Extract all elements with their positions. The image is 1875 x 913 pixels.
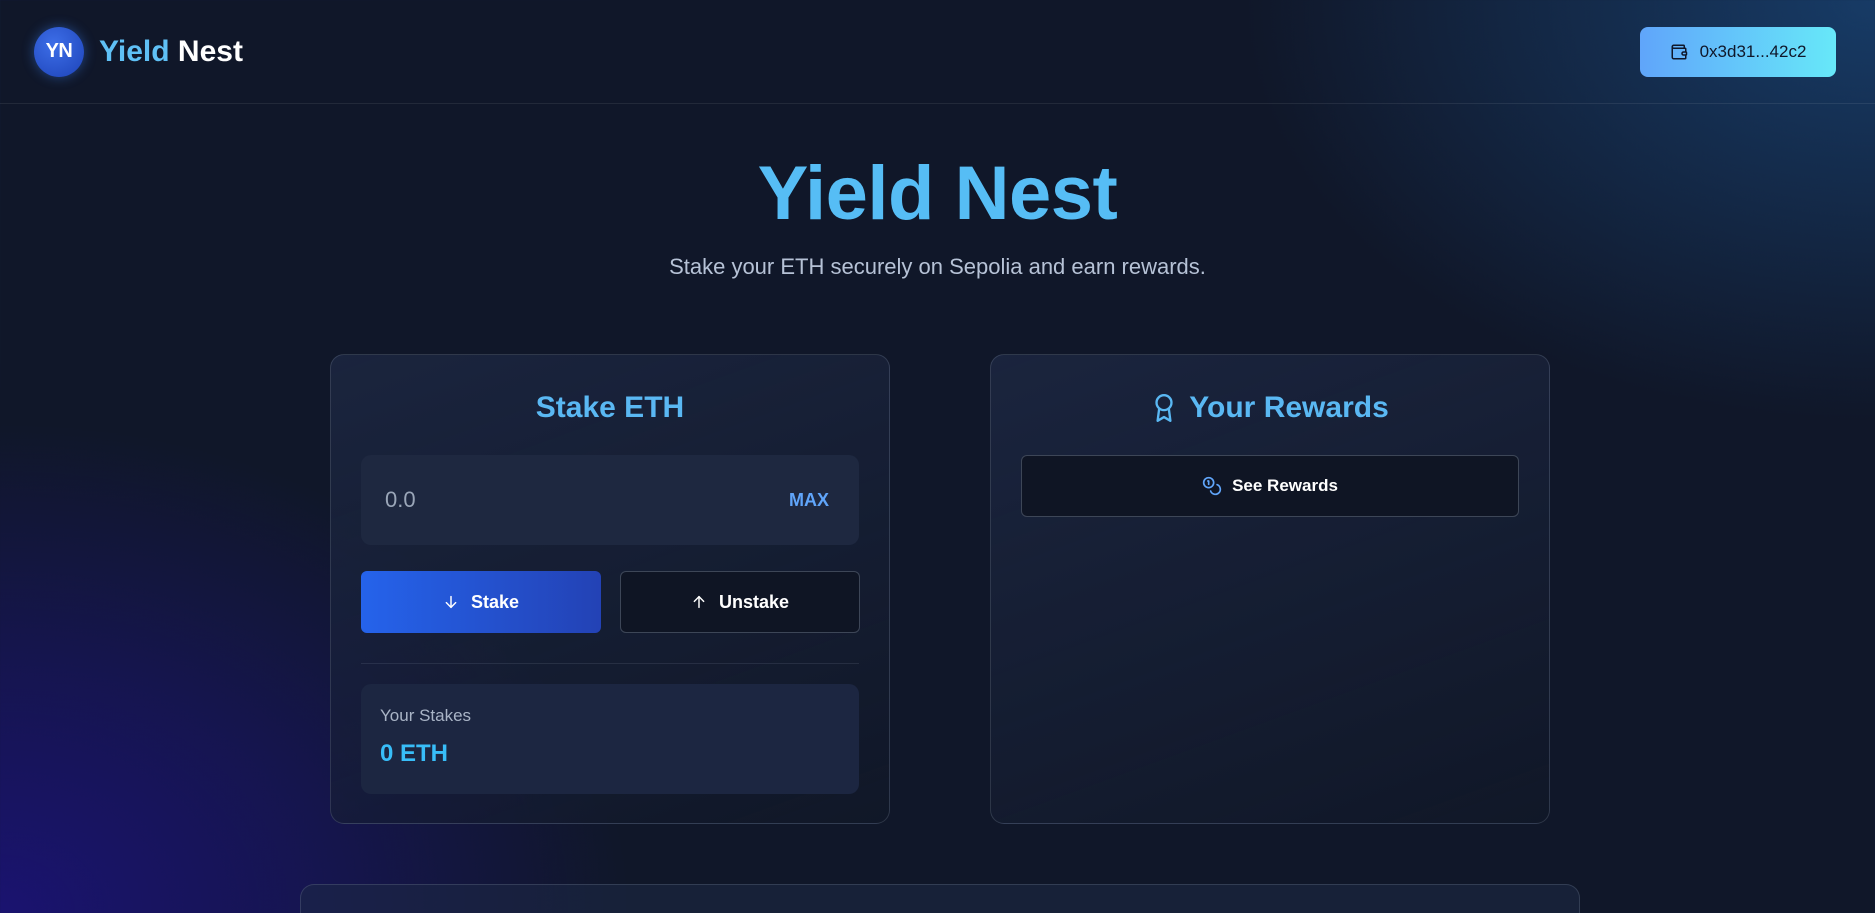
unstake-button[interactable]: Unstake xyxy=(620,571,860,633)
arrow-up-icon xyxy=(693,595,705,609)
stake-amount-box: MAX xyxy=(361,455,859,545)
brand-name-second: Nest xyxy=(177,34,243,68)
wallet-address: 0x3d31...42c2 xyxy=(1699,41,1807,61)
stake-amount-input[interactable] xyxy=(385,487,685,513)
stake-card-title-text: Stake ETH xyxy=(535,391,685,424)
rewards-card: Your Rewards See Rewards xyxy=(990,354,1550,824)
coins-icon xyxy=(1202,476,1222,496)
bottom-panel xyxy=(300,884,1580,913)
wallet-address-button[interactable]: 0x3d31...42c2 xyxy=(1640,26,1836,77)
max-button[interactable]: MAX xyxy=(789,490,829,511)
arrow-down-icon xyxy=(445,595,457,609)
brand-name-first: Yield xyxy=(99,34,170,68)
award-icon xyxy=(1155,394,1173,422)
your-stakes-label: Your Stakes xyxy=(380,706,472,725)
rewards-card-title-text: Your Rewards xyxy=(1189,391,1389,424)
top-header: YN Yield Nest 0x3d31...42c2 xyxy=(0,0,1875,104)
your-stakes-panel: Your Stakes 0 ETH xyxy=(361,684,859,794)
brand[interactable]: YN Yield Nest xyxy=(34,26,243,77)
rewards-card-title: Your Rewards xyxy=(991,391,1549,425)
divider xyxy=(361,663,859,664)
stake-card-title: Stake ETH xyxy=(331,391,889,425)
wallet-icon xyxy=(1671,44,1687,59)
unstake-button-label: Unstake xyxy=(718,591,790,612)
page-subtitle: Stake your ETH securely on Sepolia and e… xyxy=(669,254,1206,279)
brand-name: Yield Nest xyxy=(99,35,243,69)
stake-button-label: Stake xyxy=(470,591,520,612)
see-rewards-button[interactable]: See Rewards xyxy=(1021,455,1519,517)
stake-button[interactable]: Stake xyxy=(361,571,601,633)
page-title: Yield Nest xyxy=(757,151,1118,236)
see-rewards-label: See Rewards xyxy=(1232,476,1338,495)
your-stakes-value: 0 ETH xyxy=(380,740,449,767)
brand-logo: YN xyxy=(34,26,84,77)
stake-card: Stake ETH MAX Stake Unstake Your Stakes … xyxy=(330,354,890,824)
